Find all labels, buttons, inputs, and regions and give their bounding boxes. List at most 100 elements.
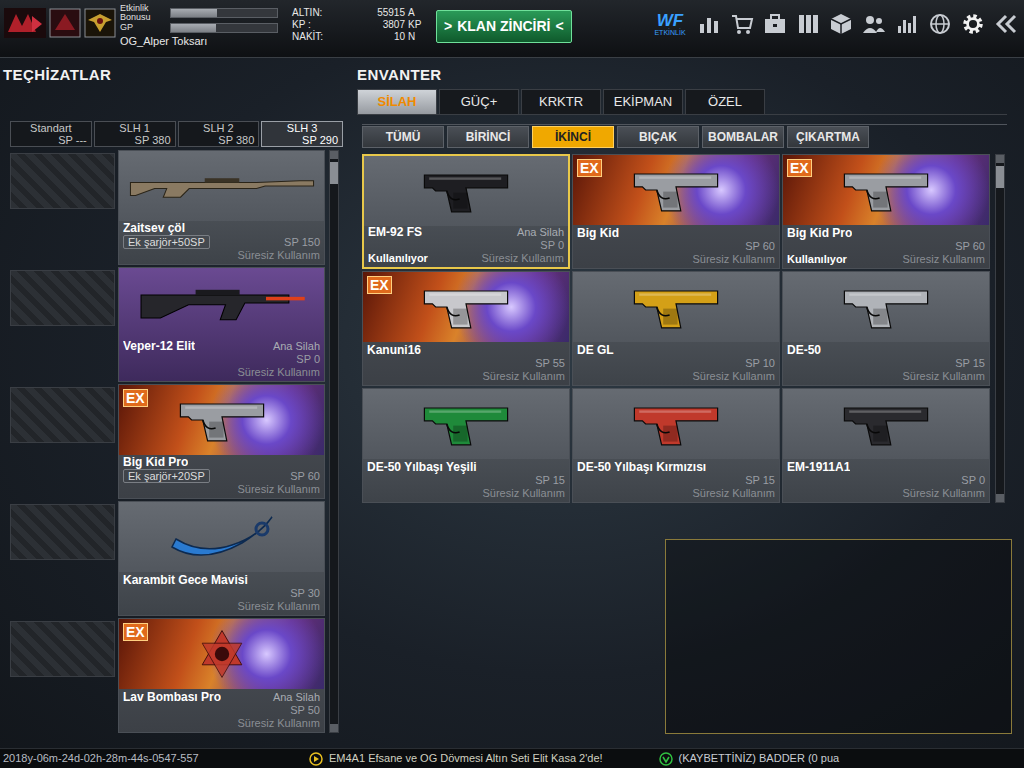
sp-row: SP 0	[123, 353, 320, 366]
item-name: Kanuni16	[367, 344, 421, 357]
item-sp: SP 10	[745, 357, 775, 370]
name-row: Big Kid Pro	[123, 456, 320, 469]
loadout-tab[interactable]: StandartSP ---	[10, 121, 92, 147]
scroll-thumb[interactable]	[330, 162, 338, 184]
item-detail-panel	[665, 539, 1012, 734]
empty-slot[interactable]	[10, 153, 115, 209]
item-sp: SP 0	[540, 239, 564, 252]
inventory-item[interactable]: DE GLSP 10Süresiz Kullanım	[572, 271, 780, 386]
people-icon[interactable]	[859, 10, 888, 39]
pistol-icon	[418, 167, 514, 215]
equipment-row: EXLav Bombası ProAna SilahSP 50Süresiz K…	[10, 618, 325, 733]
item-sp: SP 60	[745, 240, 775, 253]
item-name: Big Kid Pro	[123, 456, 188, 469]
item-image	[363, 272, 569, 342]
inventory-item[interactable]: DE-50 Yılbaşı YeşiliSP 15Süresiz Kullanı…	[362, 388, 570, 503]
empty-slot[interactable]	[10, 387, 115, 443]
scroll-thumb[interactable]	[996, 166, 1004, 188]
scroll-down[interactable]	[996, 494, 1004, 502]
item-name: DE-50	[787, 344, 821, 357]
inventory-item[interactable]: EM-1911A1SP 0Süresiz Kullanım	[782, 388, 990, 503]
item-info: DE-50 Yılbaşı YeşiliSP 15Süresiz Kullanı…	[363, 459, 569, 502]
back-icon[interactable]	[991, 10, 1020, 39]
empty-slot[interactable]	[10, 621, 115, 677]
inventory-item[interactable]: DE-50SP 15Süresiz Kullanım	[782, 271, 990, 386]
item-sp: SP 0	[961, 474, 985, 487]
equipment-item[interactable]: EXLav Bombası ProAna SilahSP 50Süresiz K…	[118, 618, 325, 733]
category-tabs: SİLAHGÜÇ+KRKTREKİPMANÖZEL	[357, 89, 1007, 115]
bag-icon[interactable]	[760, 10, 789, 39]
item-duration: Süresiz Kullanım	[902, 253, 985, 266]
clan-chain-button[interactable]: >KLAN ZİNCİRİ<	[436, 10, 572, 43]
item-info: Veper-12 ElitAna SilahSP 0Süresiz Kullan…	[119, 338, 324, 381]
filter-tab[interactable]: TÜMÜ	[362, 126, 444, 148]
category-tab[interactable]: ÖZEL	[685, 89, 765, 114]
status-bar: 2018y-06m-24d-02h-28m-44s-0547-557EM4A1 …	[0, 748, 1024, 768]
item-role: Ana Silah	[273, 340, 320, 353]
item-sp: SP 30	[290, 587, 320, 600]
equipment-item[interactable]: Karambit Gece MavisiSP 30Süresiz Kullanı…	[118, 501, 325, 616]
item-duration: Süresiz Kullanım	[482, 370, 565, 383]
category-tab[interactable]: GÜÇ+	[439, 89, 519, 114]
empty-slot[interactable]	[10, 504, 115, 560]
item-duration: Süresiz Kullanım	[237, 366, 320, 379]
stats-icon[interactable]	[694, 10, 723, 39]
item-sp: SP 60	[955, 240, 985, 253]
inventory-item[interactable]: EM-92 FSAna SilahSP 0KullanılıyorSüresiz…	[362, 154, 570, 269]
event-logo[interactable]: WFETKİNLİK	[650, 12, 690, 36]
item-duration: Süresiz Kullanım	[692, 370, 775, 383]
scroll-up[interactable]	[996, 155, 1004, 163]
inventory-item[interactable]: EXBig Kid ProSP 60KullanılıyorSüresiz Ku…	[782, 154, 990, 269]
knife-icon	[162, 507, 282, 567]
item-image	[573, 272, 779, 342]
cart-icon[interactable]	[727, 10, 756, 39]
category-tab[interactable]: KRKTR	[521, 89, 601, 114]
name-row: DE-50	[787, 344, 985, 357]
name-row: EM-1911A1	[787, 461, 985, 474]
grenade-icon	[195, 627, 249, 681]
equipment-item[interactable]: Zaitsev çölEk şarjör+50SPSP 150Süresiz K…	[118, 150, 325, 265]
loadout-tab[interactable]: SLH 3SP 290	[261, 121, 343, 147]
filter-tab[interactable]: BIÇAK	[617, 126, 699, 148]
filter-tab[interactable]: BİRİNCİ	[447, 126, 529, 148]
item-duration: Süresiz Kullanım	[237, 717, 320, 730]
ex-badge: EX	[123, 389, 148, 407]
loadout-tab[interactable]: SLH 2SP 380	[178, 121, 260, 147]
equipment-item[interactable]: EXBig Kid ProEk şarjör+20SPSP 60Süresiz …	[118, 384, 325, 499]
loadout-tabs: StandartSP ---SLH 1SP 380SLH 2SP 380SLH …	[10, 121, 343, 147]
scroll-up[interactable]	[330, 151, 338, 159]
filter-tab[interactable]: İKİNCİ	[532, 126, 614, 148]
panel-title: TEÇHİZATLAR	[3, 66, 352, 83]
equipment-scrollbar[interactable]	[329, 150, 339, 733]
scroll-down[interactable]	[330, 724, 338, 732]
item-info: DE-50SP 15Süresiz Kullanım	[783, 342, 989, 385]
category-tab[interactable]: SİLAH	[357, 89, 437, 114]
inventory-item[interactable]: EXKanuni16SP 55Süresiz Kullanım	[362, 271, 570, 386]
inventory-grid: EM-92 FSAna SilahSP 0KullanılıyorSüresiz…	[362, 154, 990, 503]
currency-label: KP :	[292, 19, 332, 31]
player-stats: Etkinlik BonusuGPOG_Alper Toksarı	[120, 4, 288, 47]
sp-row: SP 10	[577, 357, 775, 370]
chart-icon[interactable]	[892, 10, 921, 39]
gear-icon[interactable]	[958, 10, 987, 39]
empty-slot[interactable]	[10, 270, 115, 326]
tiles-icon[interactable]	[793, 10, 822, 39]
loadout-tab[interactable]: SLH 1SP 380	[94, 121, 176, 147]
box-icon[interactable]	[826, 10, 855, 39]
item-info: EM-92 FSAna SilahSP 0KullanılıyorSüresiz…	[364, 226, 568, 267]
equipment-item[interactable]: Veper-12 ElitAna SilahSP 0Süresiz Kullan…	[118, 267, 325, 382]
category-tab[interactable]: EKİPMAN	[603, 89, 683, 114]
inventory-scrollbar[interactable]	[995, 154, 1005, 503]
filter-tab[interactable]: ÇIKARTMA	[787, 126, 869, 148]
inventory-item[interactable]: EXBig KidSP 60Süresiz Kullanım	[572, 154, 780, 269]
item-name: EM-92 FS	[368, 226, 422, 239]
inventory-item[interactable]: DE-50 Yılbaşı KırmızısıSP 15Süresiz Kull…	[572, 388, 780, 503]
currency-unit: N	[408, 31, 432, 43]
item-image	[364, 156, 568, 226]
globe-icon[interactable]	[925, 10, 954, 39]
sp-row: SP 30	[123, 587, 320, 600]
filter-tab[interactable]: BOMBALAR	[702, 126, 784, 148]
item-sp: SP 15	[535, 474, 565, 487]
duration-row: Süresiz Kullanım	[123, 600, 320, 613]
bonus-bar	[170, 8, 278, 18]
